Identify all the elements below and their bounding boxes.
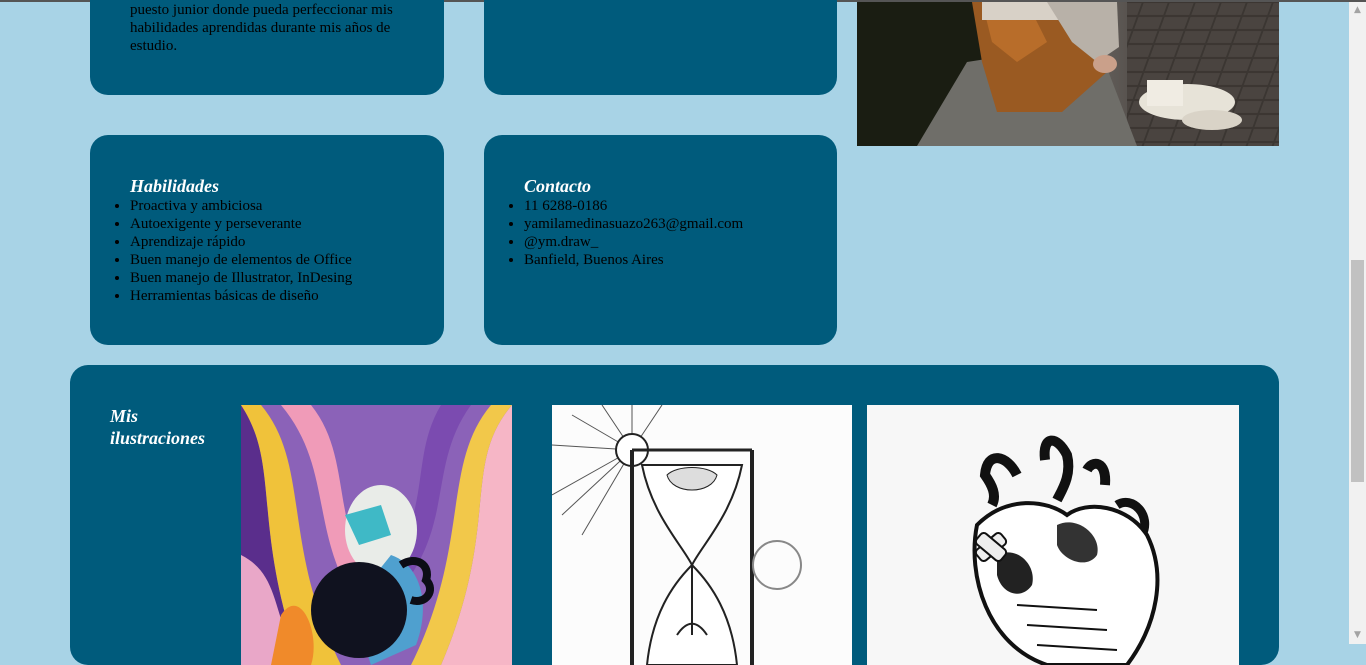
contact-location: Banfield, Buenos Aires (524, 251, 837, 269)
profile-photo (857, 2, 1279, 146)
illustration-heart-drawing (867, 405, 1239, 665)
illustration-portrait (241, 405, 512, 665)
profile-photo-drawing (857, 2, 1279, 146)
skills-item: Herramientas básicas de diseño (130, 287, 444, 305)
skills-item: Buen manejo de Illustrator, InDesing (130, 269, 444, 287)
skills-card: Habilidades Proactiva y ambiciosa Autoex… (90, 135, 444, 345)
illustration-hourglass-drawing (552, 405, 852, 665)
contact-title: Contacto (524, 176, 592, 196)
contact-card: Contacto 11 6288-0186 yamilamedinasuazo2… (484, 135, 837, 345)
objective-text: puesto junior donde pueda perfeccionar m… (130, 2, 393, 54)
skills-title: Habilidades (130, 176, 219, 196)
contact-social: @ym.draw_ (524, 233, 837, 251)
contact-phone: 11 6288-0186 (524, 197, 837, 215)
illustration-portrait-drawing (241, 405, 512, 665)
empty-card (484, 0, 837, 95)
objective-card: puesto junior donde pueda perfeccionar m… (90, 0, 444, 95)
scroll-down-arrow-icon[interactable]: ▼ (1349, 627, 1366, 644)
skills-item: Autoexigente y perseverante (130, 215, 444, 233)
illustration-heart (867, 405, 1239, 665)
skills-item: Aprendizaje rápido (130, 233, 444, 251)
skills-item: Buen manejo de elementos de Office (130, 251, 444, 269)
skills-list: Proactiva y ambiciosa Autoexigente y per… (90, 197, 444, 305)
illustrations-section: Mis ilustraciones (70, 365, 1279, 665)
vertical-scrollbar[interactable]: ▲ ▼ (1349, 2, 1366, 644)
contact-list: 11 6288-0186 yamilamedinasuazo263@gmail.… (484, 197, 837, 269)
scrollbar-thumb[interactable] (1351, 260, 1364, 482)
scroll-up-arrow-icon[interactable]: ▲ (1349, 2, 1366, 19)
illustrations-title: Mis ilustraciones (110, 406, 206, 448)
skills-item: Proactiva y ambiciosa (130, 197, 444, 215)
illustration-hourglass (552, 405, 852, 665)
contact-email: yamilamedinasuazo263@gmail.com (524, 215, 837, 233)
